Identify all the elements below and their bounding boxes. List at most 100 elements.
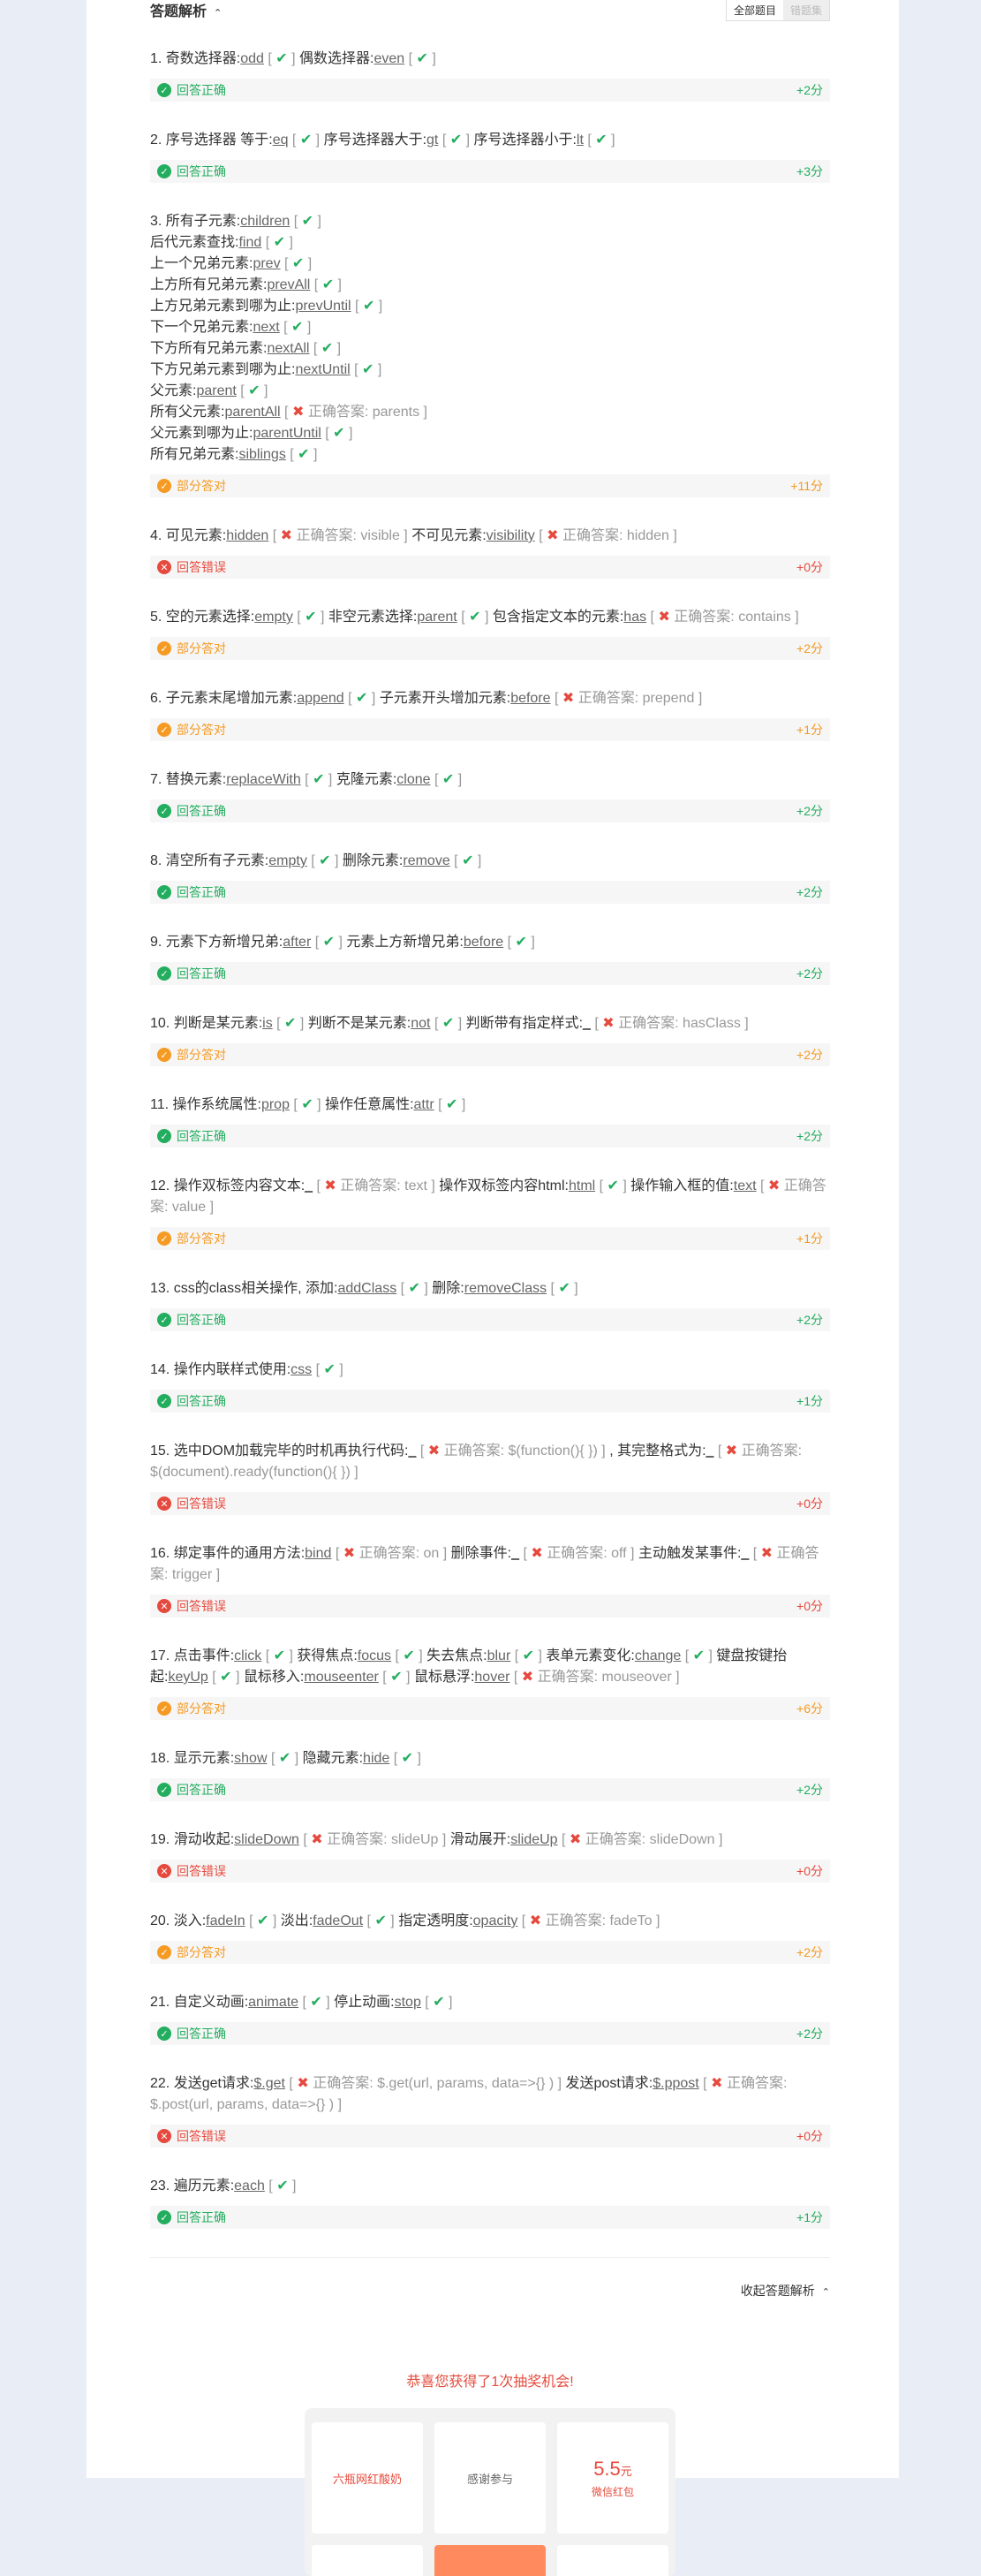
check-icon: ✔ — [256, 1913, 269, 1928]
question-text: 6. 子元素末尾增加元素:append [ ✔ ] 子元素开头增加元素:befo… — [150, 688, 830, 709]
question-prompt: 父元素: — [150, 383, 197, 398]
question-item: 19. 滑动收起:slideDown [ ✖ 正确答案: slideUp ] 滑… — [150, 1830, 830, 1883]
cross-icon: ✖ — [521, 1670, 534, 1685]
user-answer: prev — [253, 256, 281, 271]
question-list: 1. 奇数选择器:odd [ ✔ ] 偶数选择器:even [ ✔ ] ✓ 回答正… — [150, 49, 830, 2229]
prize-cell: 六瓶网红酸奶 — [312, 2422, 423, 2534]
check-circle-icon: ✓ — [157, 1783, 171, 1797]
question-prompt: 19. 滑动收起: — [150, 1832, 235, 1847]
question-prompt: 15. 选中DOM加载完毕的时机再执行代码: — [150, 1443, 409, 1458]
collapse-analysis-button[interactable]: 收起答题解析 ⌃ — [150, 2282, 830, 2299]
user-answer: nextAll — [267, 341, 310, 356]
lottery-title: 恭喜您获得了1次抽奖机会! — [406, 2375, 574, 2390]
page-title[interactable]: 答题解析 ⌃ — [150, 0, 222, 20]
question-item: 10. 判断是某元素:is [ ✔ ] 判断不是某元素:not [ ✔ ] 判断… — [150, 1013, 830, 1066]
cross-icon: ✖ — [602, 1016, 615, 1031]
question-line: 上一个兄弟元素:prev [ ✔ ] — [150, 254, 830, 275]
cross-icon: ✖ — [547, 528, 559, 543]
question-text: 10. 判断是某元素:is [ ✔ ] 判断不是某元素:not [ ✔ ] 判断… — [150, 1013, 830, 1034]
question-prompt: 17. 点击事件: — [150, 1648, 235, 1663]
question-text: 13. css的class相关操作, 添加:addClass [ ✔ ] 删除:… — [150, 1278, 830, 1299]
check-icon: ✔ — [515, 935, 527, 950]
question-prompt: 下一个兄弟元素: — [150, 320, 253, 335]
correct-answer: 正确答案: visible — [296, 528, 400, 543]
question-item: 23. 遍历元素:each [ ✔ ] ✓ 回答正确 +1分 — [150, 2176, 830, 2229]
result-bar: ✓ 部分答对 +1分 — [150, 1227, 830, 1250]
question-item: 8. 清空所有子元素:empty [ ✔ ] 删除元素:remove [ ✔ ]… — [150, 851, 830, 904]
result-status: ✓ 回答正确 — [157, 2209, 226, 2226]
user-answer: focus — [357, 1648, 392, 1663]
score-badge: +1分 — [796, 1394, 823, 1408]
user-answer: eq — [272, 133, 289, 148]
question-text: 12. 操作双标签内容文本:_ [ ✖ 正确答案: text ] 操作双标签内容… — [150, 1176, 830, 1218]
result-status: ✓ 回答正确 — [157, 1311, 226, 1329]
question-text: 7. 替换元素:replaceWith [ ✔ ] 克隆元素:clone [ ✔… — [150, 769, 830, 791]
result-status: ✓ 回答正确 — [157, 883, 226, 901]
check-circle-icon: ✓ — [157, 1048, 171, 1062]
question-line: 19. 滑动收起:slideDown [ ✖ 正确答案: slideUp ] 滑… — [150, 1830, 830, 1851]
user-answer: fadeIn — [206, 1913, 245, 1928]
result-label: 回答正确 — [177, 83, 226, 97]
result-bar: ✓ 回答正确 +2分 — [150, 1778, 830, 1801]
question-text: 19. 滑动收起:slideDown [ ✖ 正确答案: slideUp ] 滑… — [150, 1830, 830, 1851]
cross-icon: ✖ — [711, 2076, 723, 2091]
question-line: 上方兄弟元素到哪为止:prevUntil [ ✔ ] — [150, 296, 830, 317]
question-prompt: 子元素开头增加元素: — [379, 691, 511, 706]
user-answer: html — [568, 1178, 596, 1193]
question-line: 12. 操作双标签内容文本:_ [ ✖ 正确答案: text ] 操作双标签内容… — [150, 1176, 830, 1218]
wrong-mark: [ ✖ 正确答案: off ] — [519, 1546, 638, 1561]
user-answer: show — [234, 1751, 268, 1766]
question-line: 4. 可见元素:hidden [ ✖ 正确答案: visible ] 不可见元素… — [150, 526, 830, 547]
draw-button[interactable] — [434, 2545, 546, 2576]
result-bar: ✓ 部分答对 +11分 — [150, 474, 830, 497]
result-bar: ✓ 部分答对 +2分 — [150, 1941, 830, 1964]
question-prompt: 7. 替换元素: — [150, 772, 227, 787]
chevron-up-icon: ⌃ — [214, 8, 223, 19]
result-label: 回答正确 — [177, 966, 226, 981]
question-line: 17. 点击事件:click [ ✔ ] 获得焦点:focus [ ✔ ] 失去… — [150, 1646, 830, 1688]
question-prompt: 20. 淡入: — [150, 1913, 207, 1928]
header: 答题解析 ⌃ 全部题目 错题集 — [150, 0, 830, 21]
result-bar: ✓ 回答正确 +2分 — [150, 2022, 830, 2045]
question-prompt: 删除元素: — [342, 853, 404, 868]
correct-mark: [ ✔ ] — [300, 772, 336, 787]
correct-mark: [ ✔ ] — [391, 1648, 427, 1663]
result-status: ✓ 回答正确 — [157, 163, 226, 180]
question-prompt: 8. 清空所有子元素: — [150, 853, 269, 868]
score-badge: +0分 — [796, 560, 823, 574]
check-icon: ✔ — [362, 299, 375, 314]
correct-answer: 正确答案: hasClass — [618, 1016, 741, 1031]
question-prompt: 12. 操作双标签内容文本: — [150, 1178, 306, 1193]
result-status: ✓ 回答正确 — [157, 2025, 226, 2042]
check-icon: ✔ — [333, 426, 345, 441]
result-status: ✕ 回答错误 — [157, 2127, 226, 2145]
question-line: 7. 替换元素:replaceWith [ ✔ ] 克隆元素:clone [ ✔… — [150, 769, 830, 791]
lottery-grid: 六瓶网红酸奶 感谢参与 5.5元 微信红包 — [305, 2408, 675, 2576]
cross-icon: ✖ — [324, 1178, 336, 1193]
question-line: 6. 子元素末尾增加元素:append [ ✔ ] 子元素开头增加元素:befo… — [150, 688, 830, 709]
result-bar: ✓ 回答正确 +3分 — [150, 160, 830, 183]
check-circle-icon: ✓ — [157, 1701, 171, 1716]
chevron-up-icon: ⌃ — [821, 2287, 830, 2298]
check-icon: ✔ — [401, 1751, 414, 1766]
wrong-mark: [ ✖ 正确答案: on ] — [331, 1546, 451, 1561]
check-icon: ✔ — [403, 1648, 415, 1663]
question-line: 20. 淡入:fadeIn [ ✔ ] 淡出:fadeOut [ ✔ ] 指定透… — [150, 1911, 830, 1932]
tab-wrong-questions[interactable]: 错题集 — [782, 0, 829, 20]
result-bar: ✓ 回答正确 +2分 — [150, 79, 830, 102]
tab-all-questions[interactable]: 全部题目 — [726, 0, 783, 20]
check-icon: ✔ — [416, 51, 428, 66]
check-icon: ✔ — [299, 133, 313, 148]
question-prompt: 指定透明度: — [398, 1913, 473, 1928]
question-item: 7. 替换元素:replaceWith [ ✔ ] 克隆元素:clone [ ✔… — [150, 769, 830, 822]
correct-mark: [ ✔ ] — [292, 610, 328, 625]
question-text: 22. 发送get请求:$.get [ ✖ 正确答案: $.get(url, p… — [150, 2073, 830, 2116]
user-answer: click — [234, 1648, 262, 1663]
question-line: 16. 绑定事件的通用方法:bind [ ✖ 正确答案: on ] 删除事件:_… — [150, 1543, 830, 1586]
question-text: 17. 点击事件:click [ ✔ ] 获得焦点:focus [ ✔ ] 失去… — [150, 1646, 830, 1688]
question-item: 14. 操作内联样式使用:css [ ✔ ] ✓ 回答正确 +1分 — [150, 1360, 830, 1413]
check-icon: ✔ — [248, 383, 260, 398]
result-label: 回答正确 — [177, 1394, 226, 1408]
question-item: 21. 自定义动画:animate [ ✔ ] 停止动画:stop [ ✔ ] … — [150, 1992, 830, 2045]
score-badge: +1分 — [796, 723, 823, 737]
